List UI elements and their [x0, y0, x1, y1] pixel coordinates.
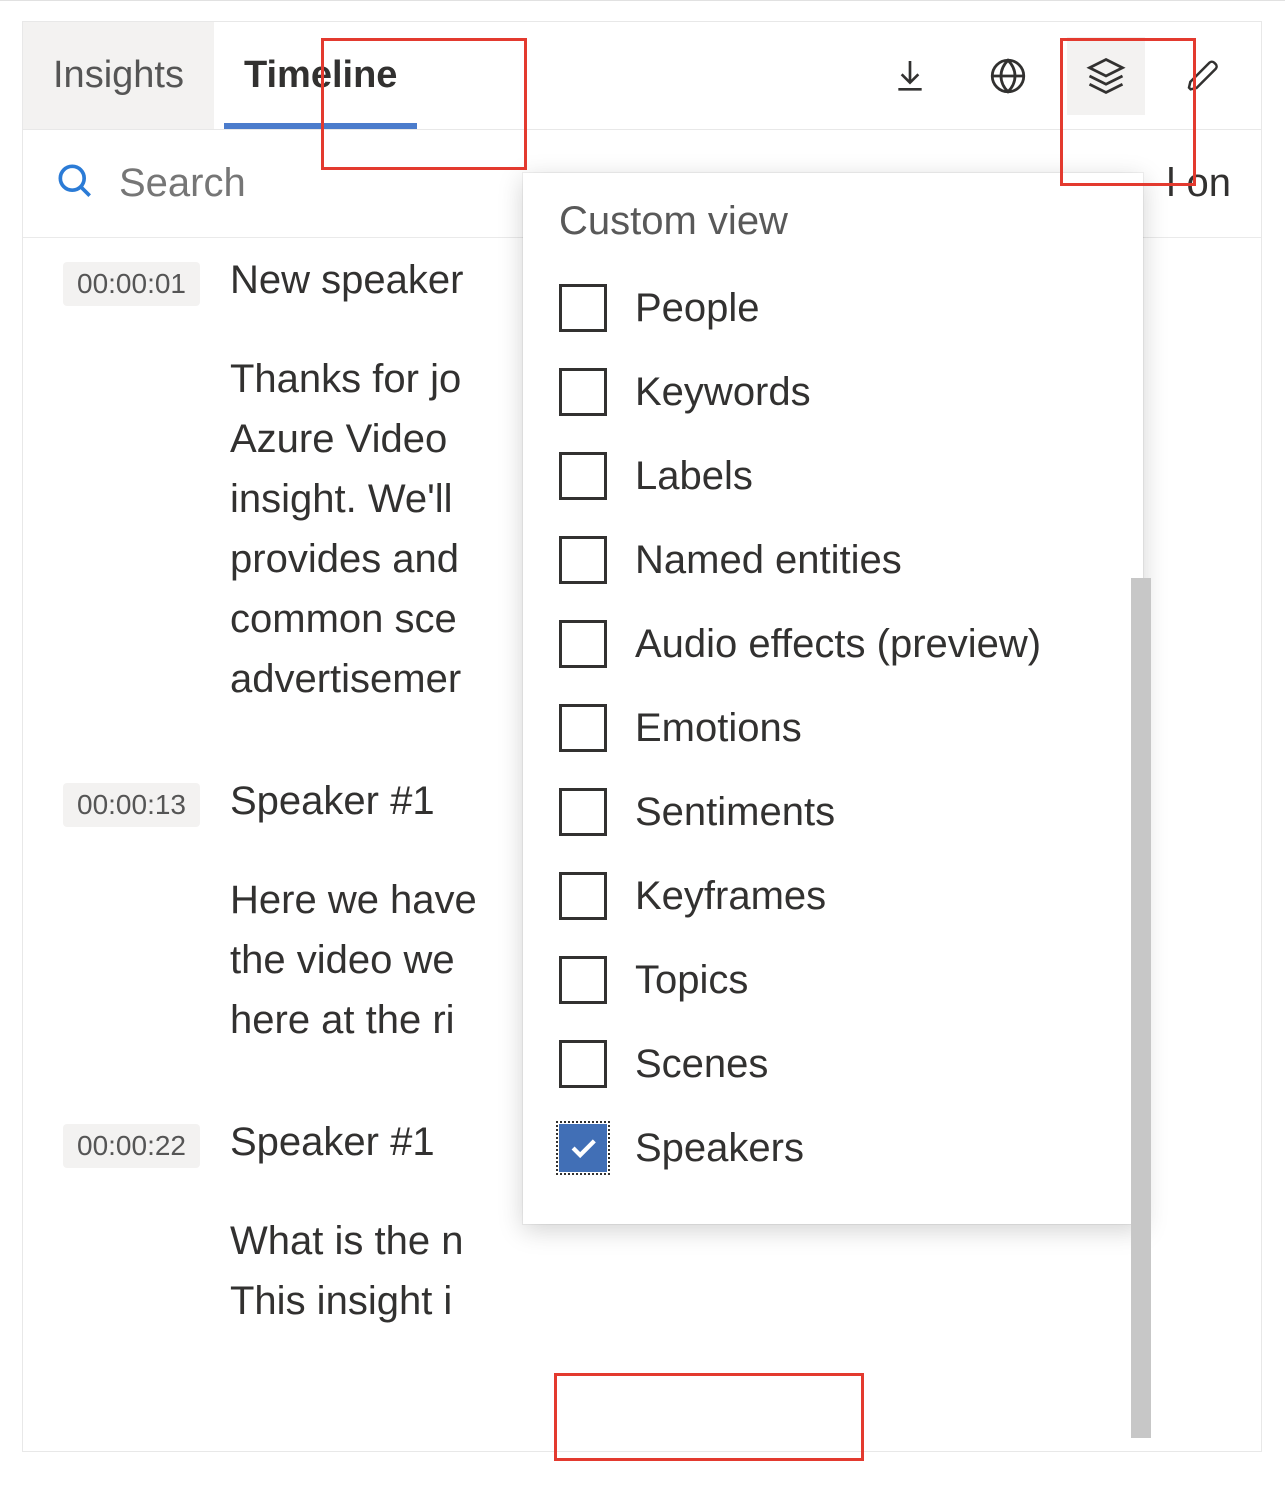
checkbox[interactable] [559, 1124, 607, 1172]
download-icon [890, 56, 930, 96]
checkbox[interactable] [559, 872, 607, 920]
edit-icon [1184, 56, 1224, 96]
dropdown-item[interactable]: Keywords [523, 350, 1143, 434]
checkbox[interactable] [559, 620, 607, 668]
checkbox[interactable] [559, 956, 607, 1004]
checkbox[interactable] [559, 452, 607, 500]
timestamp-badge[interactable]: 00:00:22 [63, 1124, 200, 1168]
custom-view-dropdown: Custom view People Keywords Labels Named en… [523, 173, 1143, 1224]
dropdown-item-label: Scenes [635, 1042, 768, 1087]
tab-row: Insights Timeline [23, 22, 1261, 130]
download-button[interactable] [871, 37, 949, 115]
search-icon [53, 159, 97, 208]
dropdown-item[interactable]: Speakers [523, 1106, 1143, 1190]
layers-icon [1084, 54, 1128, 98]
dropdown-item[interactable]: Topics [523, 938, 1143, 1022]
dropdown-item-label: Named entities [635, 538, 902, 583]
checkbox[interactable] [559, 536, 607, 584]
dropdown-item-label: Keyframes [635, 874, 826, 919]
edit-button[interactable] [1165, 37, 1243, 115]
autoscroll-label: l on [1167, 161, 1232, 206]
scrollbar-thumb[interactable] [1131, 578, 1151, 1438]
checkbox[interactable] [559, 1040, 607, 1088]
dropdown-item-label: Labels [635, 454, 753, 499]
dropdown-item[interactable]: Named entities [523, 518, 1143, 602]
checkbox[interactable] [559, 704, 607, 752]
dropdown-item-label: Topics [635, 958, 748, 1003]
dropdown-item[interactable]: Labels [523, 434, 1143, 518]
checkbox[interactable] [559, 368, 607, 416]
timestamp-badge[interactable]: 00:00:13 [63, 783, 200, 827]
tab-insights[interactable]: Insights [23, 22, 214, 129]
globe-icon [987, 55, 1029, 97]
dropdown-list: People Keywords Labels Named entities Audio … [523, 266, 1143, 1190]
transcript-text[interactable]: What is the n This insight i [230, 1211, 920, 1331]
dropdown-item[interactable]: People [523, 266, 1143, 350]
dropdown-item-label: Keywords [635, 370, 811, 415]
dropdown-title: Custom view [523, 173, 1143, 266]
language-button[interactable] [969, 37, 1047, 115]
dropdown-item[interactable]: Scenes [523, 1022, 1143, 1106]
dropdown-item-label: Emotions [635, 706, 802, 751]
dropdown-item[interactable]: Keyframes [523, 854, 1143, 938]
checkbox[interactable] [559, 284, 607, 332]
checkbox[interactable] [559, 788, 607, 836]
tab-timeline[interactable]: Timeline [214, 22, 427, 129]
app-root: Insights Timeline [0, 0, 1285, 1505]
dropdown-item-label: Audio effects (preview) [635, 622, 1041, 667]
dropdown-item[interactable]: Sentiments [523, 770, 1143, 854]
dropdown-item-label: Sentiments [635, 790, 835, 835]
tab-actions [871, 22, 1261, 129]
timestamp-badge[interactable]: 00:00:01 [63, 262, 200, 306]
dropdown-item-label: Speakers [635, 1126, 804, 1171]
custom-view-button[interactable] [1067, 37, 1145, 115]
dropdown-item[interactable]: Emotions [523, 686, 1143, 770]
dropdown-item[interactable]: Audio effects (preview) [523, 602, 1143, 686]
dropdown-item-label: People [635, 286, 760, 331]
